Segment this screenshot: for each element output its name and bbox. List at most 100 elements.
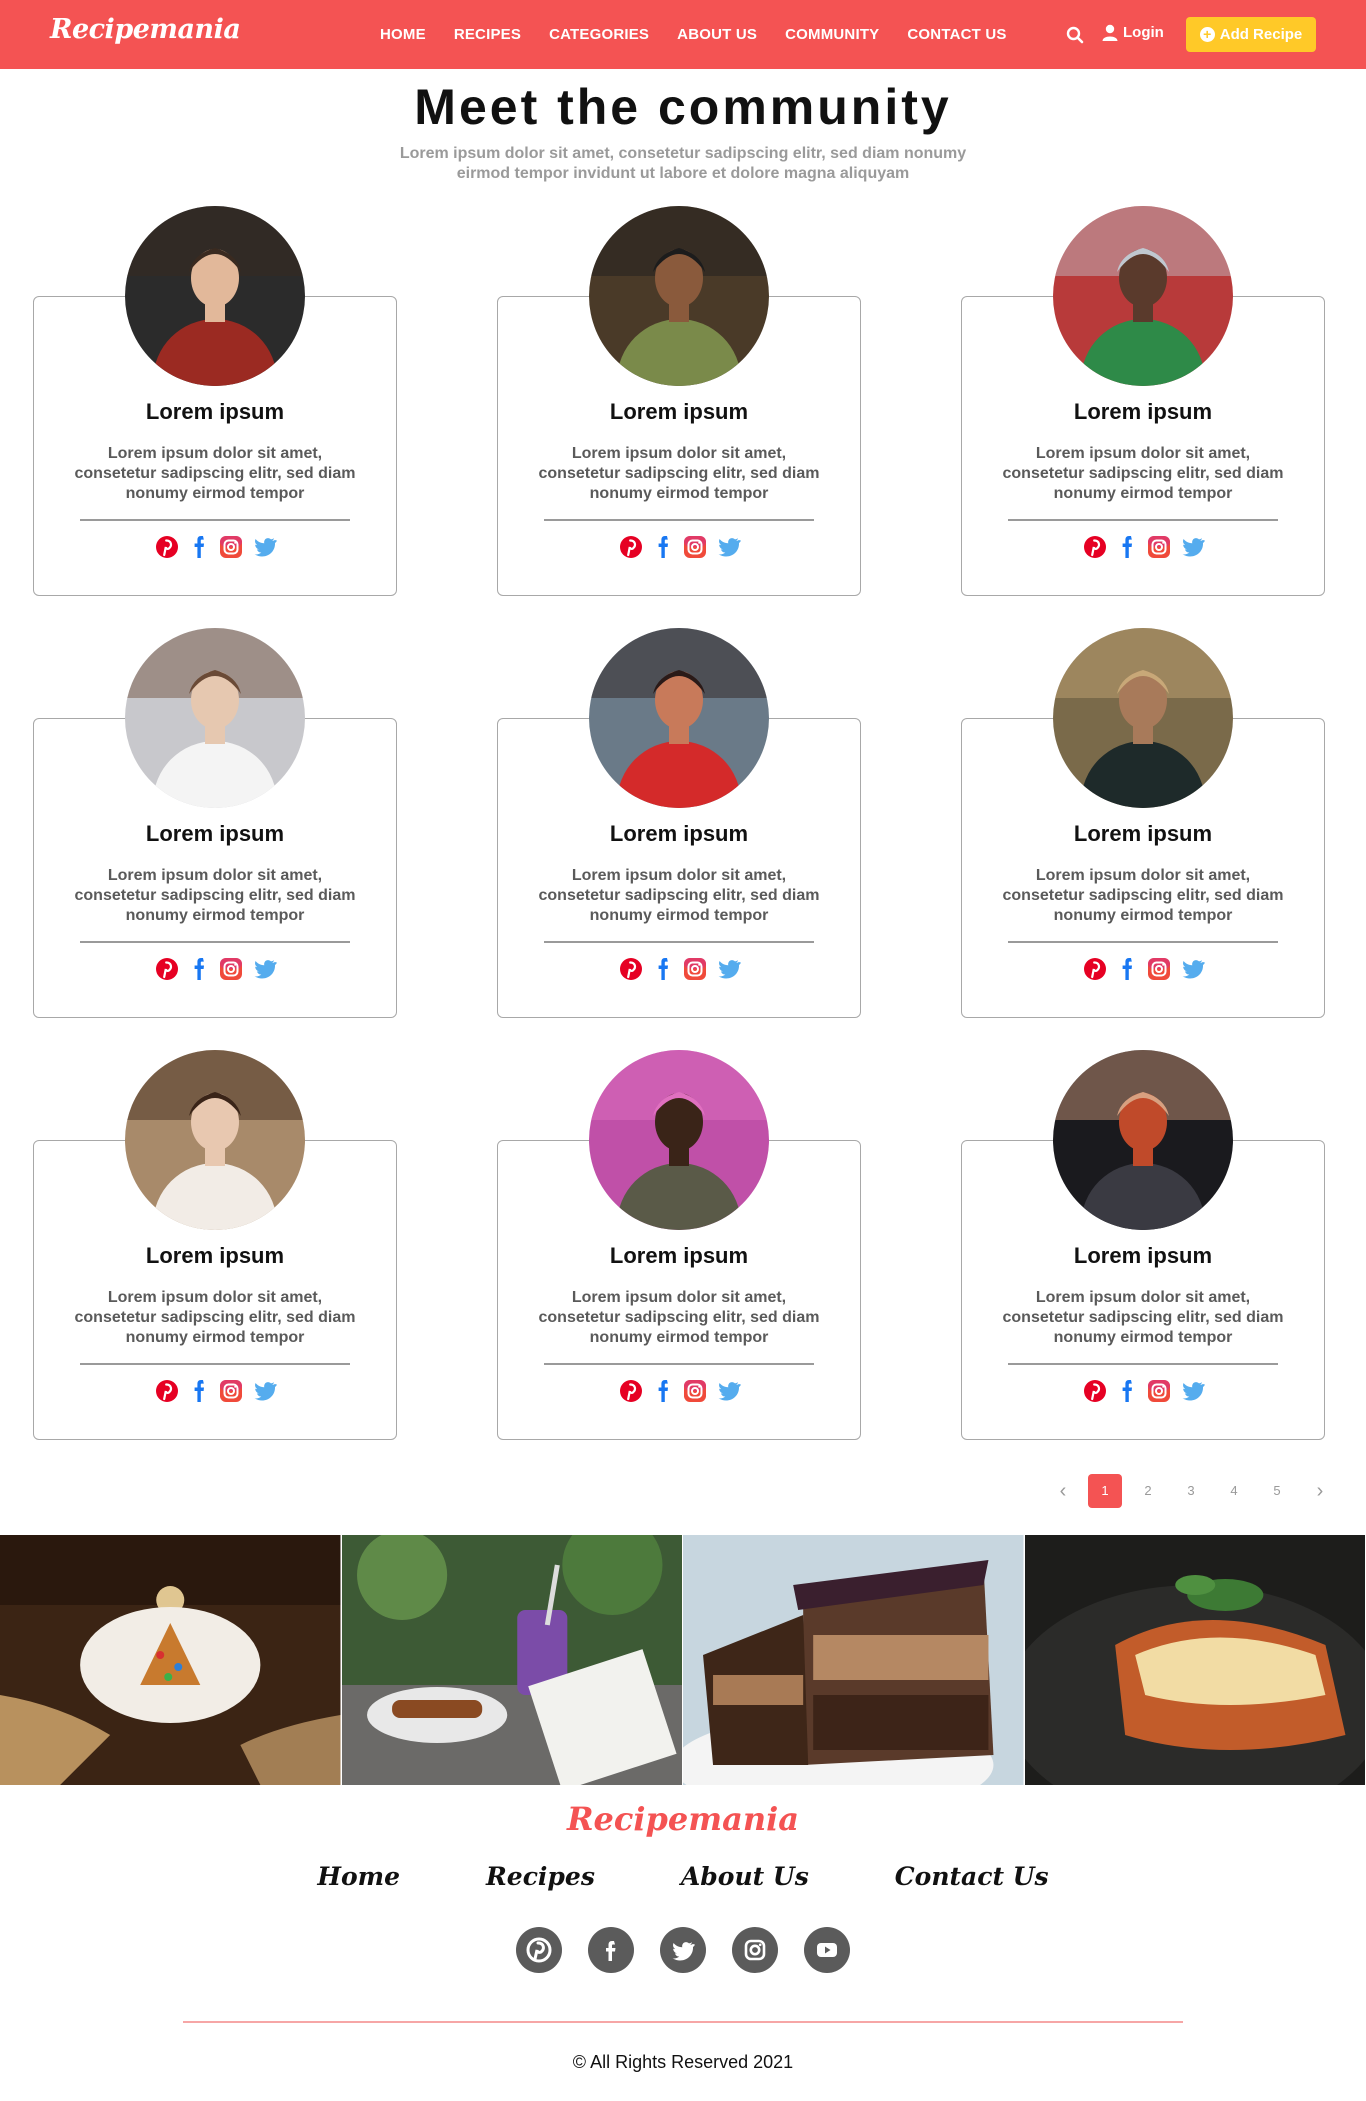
twitter-icon[interactable] [249,533,277,561]
gallery-image-smoothie[interactable] [341,1535,683,1785]
footer-link-about-us[interactable]: About Us [681,1862,809,1891]
member-social-links [498,955,860,983]
card-divider [80,941,350,943]
facebook-icon[interactable] [1113,533,1141,561]
instagram-icon[interactable] [217,955,245,983]
instagram-icon[interactable] [1145,533,1173,561]
copyright-text: © All Rights Reserved 2021 [572,2052,794,2072]
member-social-links [962,1377,1324,1405]
footer-social-links [0,1927,1366,1973]
gallery-image-cake[interactable] [683,1535,1025,1785]
twitter-icon[interactable] [249,955,277,983]
facebook-icon[interactable] [185,955,213,983]
instagram-icon[interactable] [1145,955,1173,983]
member-description: Lorem ipsum dolor sit amet, consetetur s… [538,445,820,502]
pinterest-icon[interactable] [617,1377,645,1405]
pinterest-icon[interactable] [153,533,181,561]
member-description: Lorem ipsum dolor sit amet, consetetur s… [1002,867,1284,924]
twitter-icon[interactable] [713,955,741,983]
member-avatar[interactable] [125,628,305,808]
twitter-icon[interactable] [1177,533,1205,561]
member-avatar[interactable] [1053,628,1233,808]
footer-twitter-icon[interactable] [660,1927,706,1973]
pinterest-icon[interactable] [617,955,645,983]
instagram-icon[interactable] [681,533,709,561]
footer-link-recipes[interactable]: Recipes [486,1862,595,1891]
instagram-icon[interactable] [681,1377,709,1405]
page-1-button[interactable]: 1 [1088,1474,1122,1508]
member-description: Lorem ipsum dolor sit amet, consetetur s… [1002,1289,1284,1346]
facebook-icon[interactable] [185,533,213,561]
pinterest-icon[interactable] [153,1377,181,1405]
member-avatar[interactable] [589,1050,769,1230]
member-avatar[interactable] [1053,206,1233,386]
member-social-links [962,533,1324,561]
member-social-links [498,533,860,561]
member-description: Lorem ipsum dolor sit amet, consetetur s… [538,867,820,924]
twitter-icon[interactable] [1177,955,1205,983]
member-description: Lorem ipsum dolor sit amet, consetetur s… [74,445,356,502]
member-avatar[interactable] [125,206,305,386]
facebook-icon[interactable] [185,1377,213,1405]
footer-facebook-icon[interactable] [588,1927,634,1973]
footer-youtube-icon[interactable] [804,1927,850,1973]
pinterest-icon[interactable] [153,955,181,983]
facebook-icon[interactable] [649,533,677,561]
member-avatar[interactable] [125,1050,305,1230]
footer-link-contact-us[interactable]: Contact Us [895,1862,1049,1891]
page-5-button[interactable]: 5 [1260,1474,1294,1508]
twitter-icon[interactable] [713,533,741,561]
footer-pinterest-icon[interactable] [516,1927,562,1973]
card-divider [1008,1363,1278,1365]
page-4-button[interactable]: 4 [1217,1474,1251,1508]
pagination: ‹ 1 2 3 4 5 › [1046,1474,1345,1508]
twitter-icon[interactable] [249,1377,277,1405]
instagram-icon[interactable] [217,533,245,561]
member-name: Lorem ipsum [1073,821,1213,846]
member-description: Lorem ipsum dolor sit amet, consetetur s… [538,1289,820,1346]
footer-instagram-icon[interactable] [732,1927,778,1973]
card-divider [80,519,350,521]
footer-logo[interactable]: Recipemania [0,1800,1366,1838]
footer-nav: Home Recipes About Us Contact Us [0,1862,1366,1891]
member-avatar[interactable] [589,628,769,808]
footer-divider [183,2021,1183,2023]
member-description: Lorem ipsum dolor sit amet, consetetur s… [1002,445,1284,502]
member-social-links [962,955,1324,983]
card-divider [80,1363,350,1365]
gallery-image-lasagna[interactable] [1024,1535,1366,1785]
pinterest-icon[interactable] [1081,533,1109,561]
facebook-icon[interactable] [1113,1377,1141,1405]
instagram-icon[interactable] [681,955,709,983]
page-3-button[interactable]: 3 [1174,1474,1208,1508]
member-social-links [34,1377,396,1405]
member-description: Lorem ipsum dolor sit amet, consetetur s… [74,867,356,924]
member-name: Lorem ipsum [145,821,285,846]
member-name: Lorem ipsum [145,1243,285,1268]
facebook-icon[interactable] [649,1377,677,1405]
facebook-icon[interactable] [649,955,677,983]
chevron-right-icon[interactable]: › [1303,1474,1337,1508]
footer-link-home[interactable]: Home [317,1862,400,1891]
chevron-left-icon[interactable]: ‹ [1046,1474,1080,1508]
member-avatar[interactable] [1053,1050,1233,1230]
gallery-image-gingerbread[interactable] [0,1535,342,1785]
member-name: Lorem ipsum [145,399,285,424]
member-name: Lorem ipsum [1073,399,1213,424]
twitter-icon[interactable] [1177,1377,1205,1405]
pinterest-icon[interactable] [617,533,645,561]
twitter-icon[interactable] [713,1377,741,1405]
instagram-icon[interactable] [217,1377,245,1405]
card-divider [544,1363,814,1365]
facebook-icon[interactable] [1113,955,1141,983]
pinterest-icon[interactable] [1081,955,1109,983]
member-social-links [34,955,396,983]
member-name: Lorem ipsum [609,1243,749,1268]
instagram-icon[interactable] [1145,1377,1173,1405]
card-divider [1008,941,1278,943]
member-avatar[interactable] [589,206,769,386]
member-name: Lorem ipsum [1073,1243,1213,1268]
pinterest-icon[interactable] [1081,1377,1109,1405]
card-divider [1008,519,1278,521]
page-2-button[interactable]: 2 [1131,1474,1165,1508]
